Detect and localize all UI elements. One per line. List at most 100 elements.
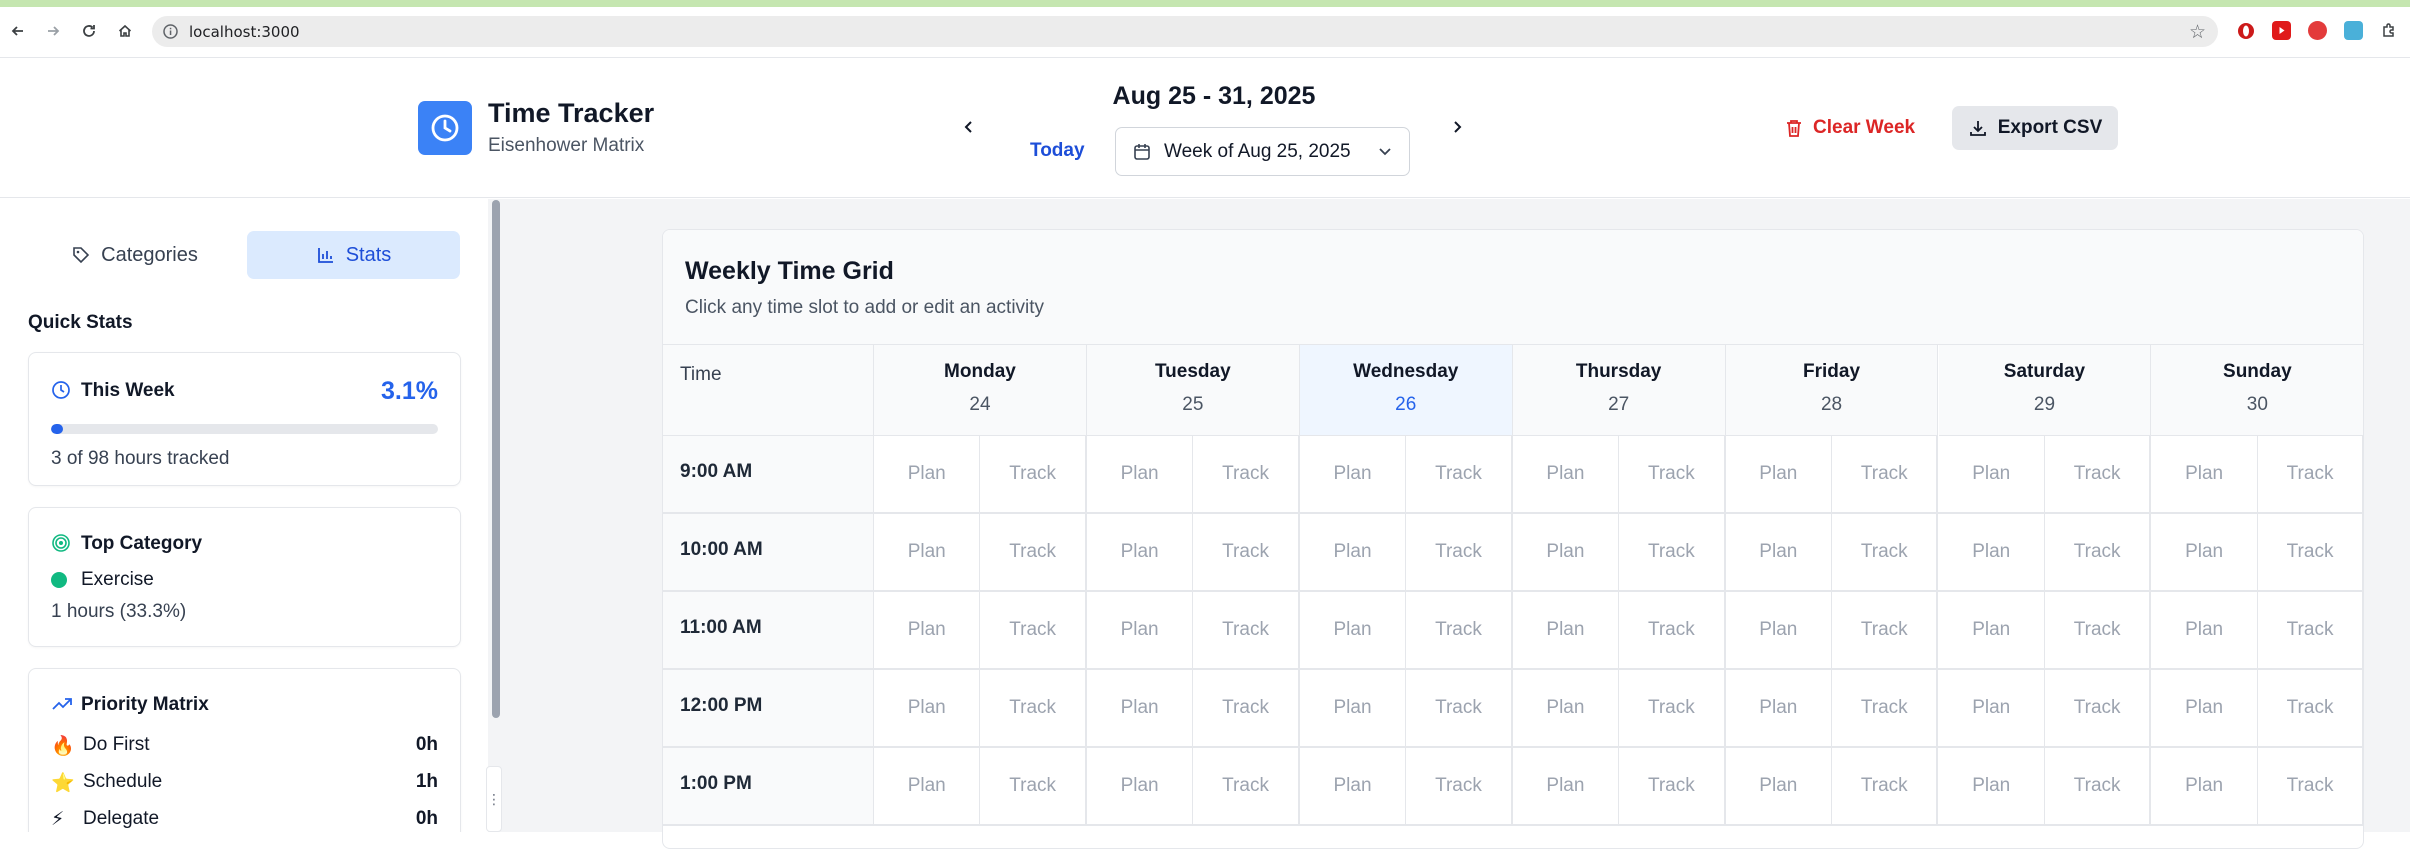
plan-slot[interactable]: Plan — [1512, 670, 1620, 746]
today-button[interactable]: Today — [1030, 140, 1085, 162]
track-slot[interactable]: Track — [1832, 670, 1939, 746]
plan-slot[interactable]: Plan — [1086, 670, 1194, 746]
plan-slot[interactable]: Plan — [1512, 592, 1620, 668]
site-info-icon[interactable] — [162, 23, 179, 40]
day-date: 30 — [2246, 394, 2268, 415]
plan-slot[interactable]: Plan — [1938, 592, 2045, 668]
tab-categories[interactable]: Categories — [28, 231, 241, 279]
plan-slot[interactable]: Plan — [1725, 514, 1833, 590]
chevron-down-icon — [1379, 148, 1391, 156]
plan-slot[interactable]: Plan — [874, 748, 981, 824]
extension-opera-icon[interactable] — [2236, 21, 2255, 40]
track-slot[interactable]: Track — [2257, 670, 2363, 746]
track-slot[interactable]: Track — [980, 748, 1087, 824]
bookmark-star-icon[interactable]: ☆ — [2189, 21, 2206, 44]
plan-slot[interactable]: Plan — [1938, 670, 2045, 746]
track-slot[interactable]: Track — [1619, 670, 1726, 746]
export-csv-button[interactable]: Export CSV — [1952, 106, 2118, 150]
track-slot[interactable]: Track — [2044, 514, 2152, 590]
plan-slot[interactable]: Plan — [1299, 670, 1407, 746]
plan-slot[interactable]: Plan — [874, 670, 981, 746]
reload-icon[interactable] — [77, 19, 101, 43]
track-slot[interactable]: Track — [1832, 748, 1939, 824]
top-category-card: Top Category Exercise 1 hours (33.3%) — [28, 507, 461, 647]
home-icon[interactable] — [113, 19, 137, 43]
extension-abp-icon[interactable] — [2308, 21, 2327, 40]
back-icon[interactable] — [6, 19, 30, 43]
plan-slot[interactable]: Plan — [1512, 436, 1620, 512]
track-slot[interactable]: Track — [1832, 436, 1939, 512]
plan-slot[interactable]: Plan — [1299, 436, 1407, 512]
plan-slot[interactable]: Plan — [1086, 436, 1194, 512]
track-slot[interactable]: Track — [1619, 514, 1726, 590]
track-slot[interactable]: Track — [980, 670, 1087, 746]
plan-slot[interactable]: Plan — [2151, 514, 2258, 590]
track-slot[interactable]: Track — [980, 436, 1087, 512]
clear-week-button[interactable]: Clear Week — [1773, 107, 1927, 149]
plan-slot[interactable]: Plan — [2151, 748, 2258, 824]
plan-slot[interactable]: Plan — [1086, 514, 1194, 590]
url-text: localhost:3000 — [189, 23, 300, 41]
track-slot[interactable]: Track — [1619, 592, 1726, 668]
track-slot[interactable]: Track — [1406, 670, 1513, 746]
track-slot[interactable]: Track — [2044, 670, 2152, 746]
trash-icon — [1787, 120, 1801, 137]
track-slot[interactable]: Track — [1406, 592, 1513, 668]
app-title: Time Tracker — [488, 98, 655, 128]
address-bar[interactable]: localhost:3000 ☆ — [152, 16, 2218, 47]
track-slot[interactable]: Track — [2044, 436, 2152, 512]
plan-slot[interactable]: Plan — [1086, 748, 1194, 824]
track-slot[interactable]: Track — [2044, 748, 2152, 824]
plan-slot[interactable]: Plan — [1725, 436, 1833, 512]
track-slot[interactable]: Track — [1193, 514, 1300, 590]
track-slot[interactable]: Track — [2044, 592, 2152, 668]
track-slot[interactable]: Track — [1193, 436, 1300, 512]
plan-slot[interactable]: Plan — [1086, 592, 1194, 668]
track-slot[interactable]: Track — [1406, 436, 1513, 512]
plan-slot[interactable]: Plan — [1512, 748, 1620, 824]
plan-slot[interactable]: Plan — [1725, 670, 1833, 746]
plan-slot[interactable]: Plan — [1938, 436, 2045, 512]
plan-slot[interactable]: Plan — [1299, 514, 1407, 590]
plan-slot[interactable]: Plan — [1725, 748, 1833, 824]
track-slot[interactable]: Track — [1193, 592, 1300, 668]
extension-youtube-icon[interactable] — [2272, 21, 2291, 40]
week-picker[interactable]: Week of Aug 25, 2025 — [1115, 127, 1410, 176]
extensions-menu-icon[interactable] — [2380, 21, 2399, 40]
track-slot[interactable]: Track — [1832, 514, 1939, 590]
plan-slot[interactable]: Plan — [1299, 592, 1407, 668]
plan-slot[interactable]: Plan — [2151, 436, 2258, 512]
track-slot[interactable]: Track — [1619, 436, 1726, 512]
extension-puzzle-app-icon[interactable] — [2344, 21, 2363, 40]
track-slot[interactable]: Track — [1406, 748, 1513, 824]
track-slot[interactable]: Track — [2257, 592, 2363, 668]
track-slot[interactable]: Track — [2257, 748, 2363, 824]
plan-slot[interactable]: Plan — [1938, 514, 2045, 590]
sidebar-scrollbar-thumb[interactable] — [492, 200, 500, 718]
plan-slot[interactable]: Plan — [2151, 592, 2258, 668]
track-slot[interactable]: Track — [1193, 670, 1300, 746]
forward-icon[interactable] — [41, 19, 65, 43]
plan-slot[interactable]: Plan — [874, 436, 981, 512]
plan-slot[interactable]: Plan — [1725, 592, 1833, 668]
tab-stats[interactable]: Stats — [247, 231, 460, 279]
plan-slot[interactable]: Plan — [2151, 670, 2258, 746]
track-slot[interactable]: Track — [980, 592, 1087, 668]
plan-slot[interactable]: Plan — [1938, 748, 2045, 824]
plan-slot[interactable]: Plan — [874, 514, 981, 590]
track-slot[interactable]: Track — [1406, 514, 1513, 590]
track-slot[interactable]: Track — [980, 514, 1087, 590]
track-slot[interactable]: Track — [1619, 748, 1726, 824]
track-slot[interactable]: Track — [2257, 514, 2363, 590]
plan-slot[interactable]: Plan — [874, 592, 981, 668]
track-slot[interactable]: Track — [2257, 436, 2363, 512]
plan-slot[interactable]: Plan — [1512, 514, 1620, 590]
sidebar-resize-handle[interactable]: ⋮ — [486, 766, 502, 832]
next-week-button[interactable] — [1443, 113, 1471, 141]
plan-slot[interactable]: Plan — [1299, 748, 1407, 824]
track-slot[interactable]: Track — [1193, 748, 1300, 824]
track-slot[interactable]: Track — [1832, 592, 1939, 668]
time-label: 10:00 AM — [680, 539, 763, 560]
previous-week-button[interactable] — [955, 113, 983, 141]
this-week-card: This Week 3.1% 3 of 98 hours tracked — [28, 352, 461, 486]
